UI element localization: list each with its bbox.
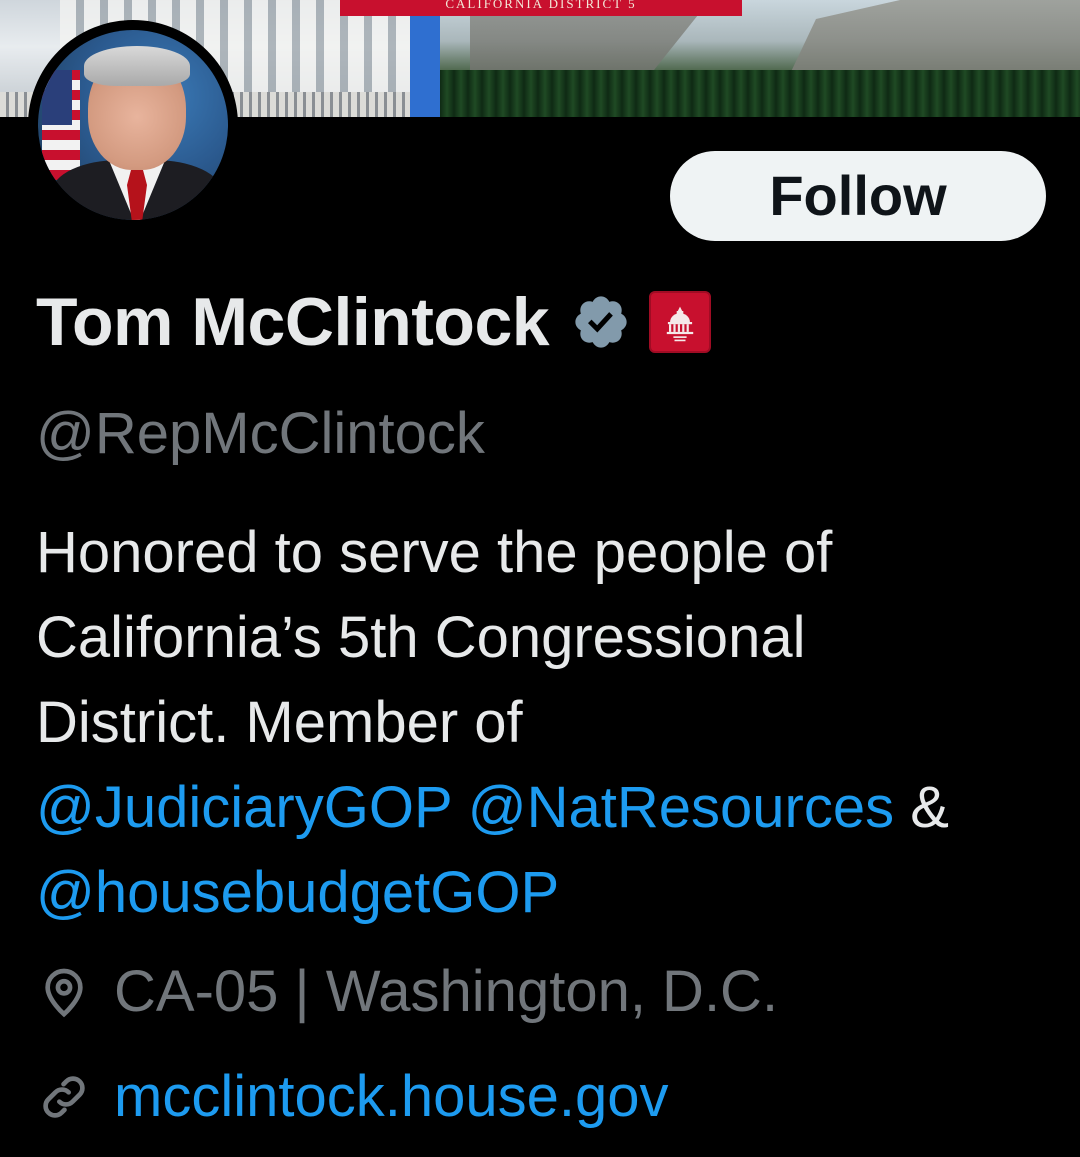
bio-line: Honored to serve the people of — [36, 520, 833, 585]
bio-line: District. Member of — [36, 690, 523, 755]
avatar-hair — [84, 46, 190, 86]
name-row: Tom McClintock — [36, 280, 712, 364]
verified-badge-icon[interactable] — [571, 292, 631, 352]
link-icon — [36, 1069, 92, 1125]
bio-line: California’s 5th Congressional — [36, 605, 806, 670]
house-gop-badge-icon[interactable] — [649, 291, 712, 353]
display-name: Tom McClintock — [36, 284, 550, 360]
bio-mentions-line: @JudiciaryGOP @NatResources & — [36, 765, 1036, 850]
location-row: CA-05 | Washington, D.C. — [36, 958, 778, 1025]
follow-button[interactable]: Follow — [670, 151, 1046, 241]
user-handle: @RepMcClintock — [36, 401, 485, 466]
mention-housebudgetgop[interactable]: @housebudgetGOP — [36, 860, 559, 925]
mention-natresources[interactable]: @NatResources — [468, 775, 894, 840]
mention-judiciarygop[interactable]: @JudiciaryGOP — [36, 775, 452, 840]
website-link[interactable]: mcclintock.house.gov — [114, 1063, 668, 1130]
banner-trees — [440, 70, 1080, 117]
avatar-photo — [38, 30, 228, 220]
avatar[interactable] — [28, 20, 238, 230]
avatar-flag-canton — [42, 70, 72, 125]
banner-district-label: CALIFORNIA DISTRICT 5 — [340, 0, 742, 16]
website-row: mcclintock.house.gov — [36, 1063, 668, 1130]
location-text: CA-05 | Washington, D.C. — [114, 959, 779, 1024]
bio-mentions-line: @housebudgetGOP — [36, 850, 1036, 935]
location-pin-icon — [36, 964, 92, 1020]
profile-bio: Honored to serve the people of Californi… — [36, 510, 1036, 935]
banner-flag-strip — [410, 0, 440, 117]
bio-ampersand: & — [910, 775, 949, 840]
